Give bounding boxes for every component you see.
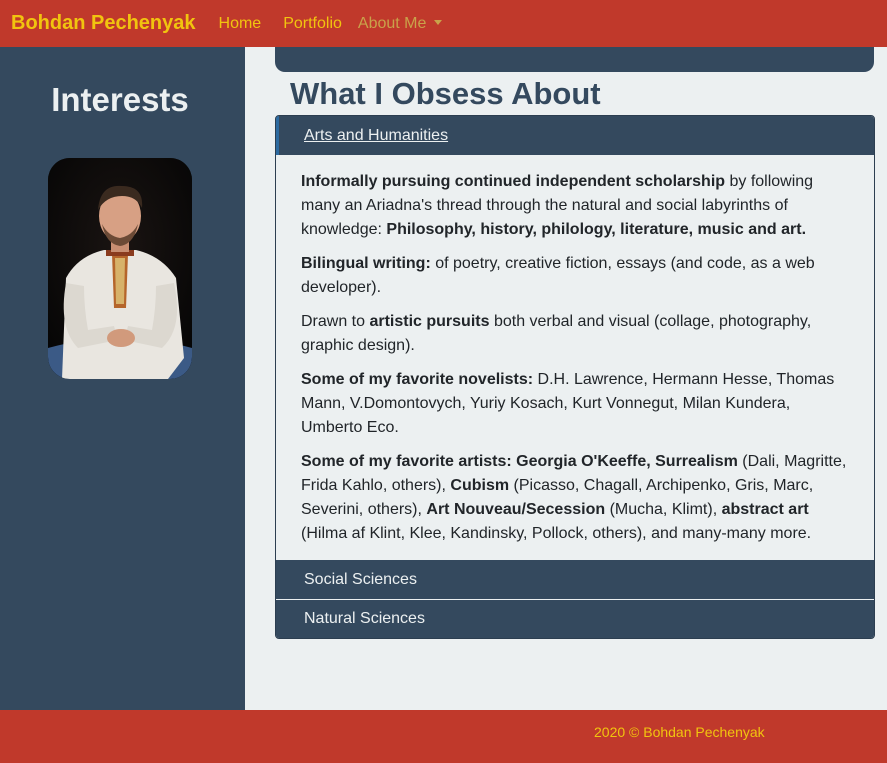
sidebar-title: Interests xyxy=(51,81,189,118)
text-bold: Philosophy, history, philology, literatu… xyxy=(386,221,807,238)
portrait-photo-icon xyxy=(48,158,192,379)
nav-about-dropdown[interactable]: About Me xyxy=(357,14,443,33)
caret-down-icon xyxy=(434,19,443,25)
text-bold: Cubism xyxy=(450,477,510,494)
paragraph-scholarship: Informally pursuing continued independen… xyxy=(301,170,850,242)
paragraph-writing: Bilingual writing: of poetry, creative f… xyxy=(301,252,850,300)
text-bold: Bilingual writing: xyxy=(301,255,431,272)
text-bold: Informally pursuing continued independen… xyxy=(301,173,726,190)
nav-about-label: About Me xyxy=(357,14,427,32)
page-title: What I Obsess About xyxy=(290,76,601,111)
text-regular: Drawn to xyxy=(301,313,370,330)
nav-portfolio-link[interactable]: Portfolio xyxy=(283,15,342,33)
text-bold: Art Nouveau/Secession xyxy=(426,501,606,518)
content-top-bar xyxy=(275,47,874,72)
accordion-header-natural-sciences[interactable]: Natural Sciences xyxy=(276,599,874,638)
accordion-header-arts-humanities[interactable]: Arts and Humanities xyxy=(276,116,874,155)
profile-photo xyxy=(48,158,192,379)
text-bold: Some of my favorite novelists: xyxy=(301,371,534,388)
sidebar: Interests xyxy=(0,47,245,710)
accordion-header-social-sciences[interactable]: Social Sciences xyxy=(276,560,874,599)
text-regular: (Hilma af Klint, Klee, Kandinsky, Polloc… xyxy=(301,525,812,542)
page-footer: 2020 © Bohdan Pechenyak xyxy=(0,710,887,763)
paragraph-novelists: Some of my favorite novelists: D.H. Lawr… xyxy=(301,368,850,440)
accordion-body-arts-humanities: Informally pursuing continued independen… xyxy=(276,155,874,560)
top-navbar: Bohdan Pechenyak Home Portfolio About Me xyxy=(0,0,887,47)
nav-home-link[interactable]: Home xyxy=(219,15,262,33)
text-regular: (Mucha, Klimt), xyxy=(605,501,722,518)
interests-accordion: Arts and Humanities Informally pursuing … xyxy=(275,115,875,639)
text-bold: artistic pursuits xyxy=(369,313,490,330)
paragraph-artists: Some of my favorite artists: Georgia O'K… xyxy=(301,450,850,546)
brand-link[interactable]: Bohdan Pechenyak xyxy=(11,12,196,35)
text-bold: abstract art xyxy=(721,501,809,518)
footer-copyright: 2020 © Bohdan Pechenyak xyxy=(594,724,765,740)
paragraph-artistic: Drawn to artistic pursuits both verbal a… xyxy=(301,310,850,358)
text-bold: Some of my favorite artists: Georgia O'K… xyxy=(301,453,738,470)
